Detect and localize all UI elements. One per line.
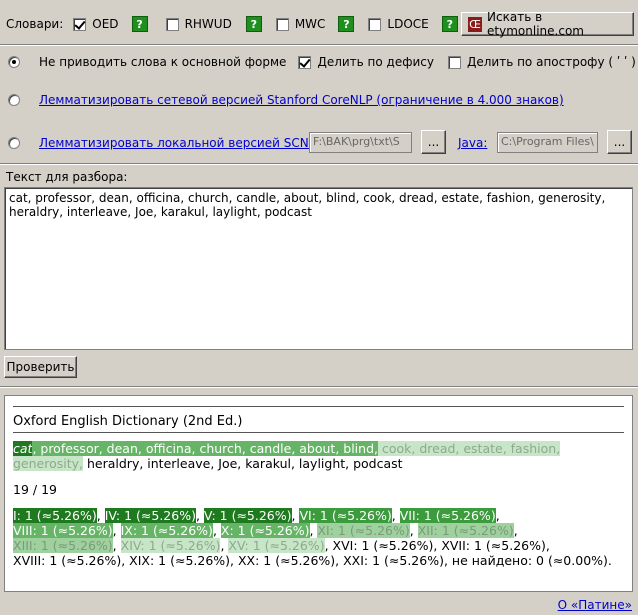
mwc-label: MWC [294, 17, 326, 31]
results-top-rule [13, 406, 624, 407]
results-word-list: cat, professor, dean, officina, church, … [13, 441, 625, 471]
stats-highlight-level4: XI: 1 (≈5.26%) [317, 523, 410, 538]
etymonline-logo-icon: Œ [468, 16, 483, 32]
stats-line: I: 1 (≈5.26%), IV: 1 (≈5.26%), V: 1 (≈5.… [13, 508, 625, 523]
ldoce-label: LDOCE [387, 17, 429, 31]
etymonline-button-label: Искать в etymonline.com [487, 10, 584, 38]
stats-separator: , [513, 523, 518, 538]
stats-separator: , [409, 523, 418, 538]
word-highlight-level5: cook, dread, estate, fashion, [378, 441, 561, 456]
scnlp-browse-button[interactable]: ... [421, 130, 446, 154]
no-lemma-radio[interactable] [8, 56, 20, 68]
java-link[interactable]: Java: [458, 136, 487, 150]
stats-highlight-level1: V: 1 (≈5.26%) [203, 508, 292, 523]
rhwud-help-icon[interactable]: ? [245, 16, 262, 32]
results-dictionary-title: Oxford English Dictionary (2nd Ed.) [13, 414, 243, 429]
oed-label: OED [92, 17, 119, 31]
results-count: 19 / 19 [13, 482, 57, 497]
java-browse-button[interactable]: ... [607, 130, 632, 154]
stats-separator: , [495, 508, 500, 523]
divider [0, 386, 638, 388]
scnlp-path-field[interactable]: F:\BAK\prg\txt\S [309, 132, 412, 153]
stats-line: VIII: 1 (≈5.26%), IX: 1 (≈5.26%), X: 1 (… [13, 523, 625, 538]
oed-checkbox[interactable] [73, 17, 87, 31]
rhwud-label: RHWUD [184, 17, 232, 31]
word-highlight-level1: cat [13, 441, 33, 456]
stats-highlight-level3: IX: 1 (≈5.26%) [120, 523, 213, 538]
stanford-online-radio[interactable] [8, 94, 20, 106]
stats-separator: , XVI: 1 (≈5.26%), XVII: 1 (≈5.26%), [324, 538, 550, 553]
stats-separator: , [96, 508, 105, 523]
split-apostrophe-label: Делить по апострофу ( ʹ ʹ ) [466, 55, 636, 69]
word-plain-list: heraldry, interleave, Joe, karakul, layl… [83, 456, 403, 471]
stats-highlight-level1: IV: 1 (≈5.26%) [104, 508, 196, 523]
stanford-online-row: Лемматизировать сетевой версией Stanford… [8, 92, 638, 108]
stats-line-plain: XVIII: 1 (≈5.26%), XIX: 1 (≈5.26%), XX: … [13, 553, 612, 568]
ldoce-checkbox[interactable] [368, 17, 382, 31]
check-button[interactable]: Проверить [4, 356, 77, 378]
divider [0, 163, 638, 165]
mwc-checkbox[interactable] [275, 17, 289, 31]
split-apostrophe-checkbox[interactable] [447, 55, 461, 69]
scnlp-local-link[interactable]: Лемматизировать локальной версией SCNLP: [39, 136, 327, 150]
text-input[interactable]: cat, professor, dean, officina, church, … [4, 187, 633, 350]
word-highlight-level3: , professor, dean, officina, church, can… [32, 441, 378, 456]
results-panel: Oxford English Dictionary (2nd Ed.) cat,… [4, 395, 633, 592]
stats-separator: , [195, 508, 204, 523]
oed-help-icon[interactable]: ? [131, 16, 148, 32]
ldoce-help-icon[interactable]: ? [441, 16, 458, 32]
stats-separator: , [212, 523, 221, 538]
no-lemma-label: Не приводить слова к основной форме [39, 55, 287, 69]
stats-highlight-level2: VII: 1 (≈5.26%) [399, 508, 496, 523]
dictionaries-label: Словари: [6, 17, 64, 31]
stats-highlight-level5: XV: 1 (≈5.26%) [228, 538, 325, 553]
split-hyphen-checkbox[interactable] [298, 55, 312, 69]
stats-highlight-level3: VIII: 1 (≈5.26%) [13, 523, 113, 538]
stats-highlight-level2: VI: 1 (≈5.26%) [299, 508, 392, 523]
lemma-options-row: Не приводить слова к основной форме Дели… [8, 54, 638, 70]
results-title-rule [13, 432, 624, 433]
stats-highlight-level4: XIII: 1 (≈5.26%) [13, 538, 113, 553]
stats-highlight-level1: I: 1 (≈5.26%) [13, 508, 97, 523]
scnlp-local-radio[interactable] [8, 137, 20, 149]
split-hyphen-label: Делить по дефису [317, 55, 434, 69]
stats-highlight-level4: XII: 1 (≈5.26%) [417, 523, 514, 538]
text-label: Текст для разбора: [6, 170, 128, 184]
stats-separator: , [112, 538, 121, 553]
stanford-online-link[interactable]: Лемматизировать сетевой версией Stanford… [39, 93, 564, 107]
about-patina-link[interactable]: О «Патине» [558, 598, 632, 612]
etymonline-button[interactable]: Œ Искать в etymonline.com [461, 10, 634, 38]
rhwud-checkbox[interactable] [165, 17, 179, 31]
stats-separator: , [112, 523, 121, 538]
mwc-help-icon[interactable]: ? [338, 16, 355, 32]
divider [0, 44, 638, 46]
word-highlight-level5b: generosity, [13, 456, 84, 471]
stats-highlight-level5: XIV: 1 (≈5.26%) [120, 538, 221, 553]
stats-line: XIII: 1 (≈5.26%), XIV: 1 (≈5.26%), XV: 1… [13, 538, 625, 553]
java-path-field[interactable]: C:\Program Files\ [497, 132, 598, 153]
results-stats: I: 1 (≈5.26%), IV: 1 (≈5.26%), V: 1 (≈5.… [13, 508, 625, 568]
stats-highlight-level3: X: 1 (≈5.26%) [220, 523, 310, 538]
stats-separator: , [391, 508, 400, 523]
